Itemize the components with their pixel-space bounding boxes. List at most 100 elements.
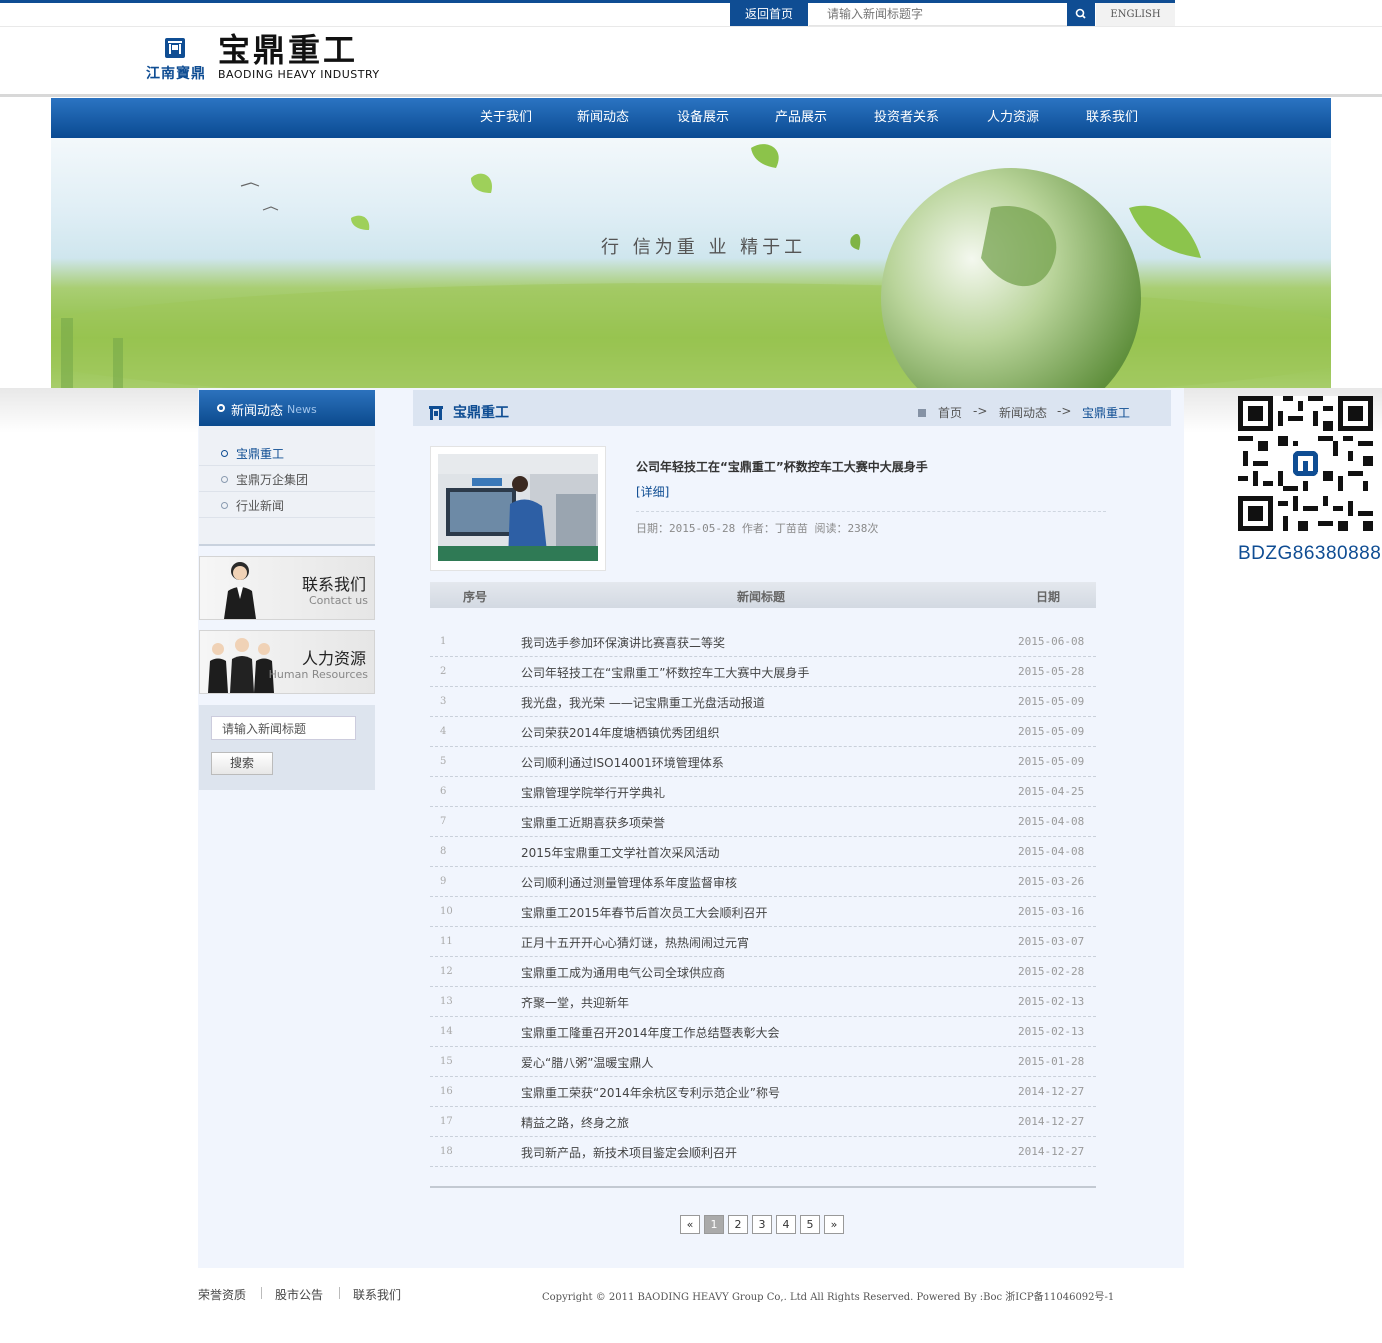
row-title[interactable]: 齐聚一堂，共迎新年 [521, 994, 629, 1011]
breadcrumb-home[interactable]: 首页 [938, 404, 962, 421]
table-row[interactable]: 5 公司顺利通过ISO14001环境管理体系 2015-05-09 [430, 747, 1096, 777]
table-row[interactable]: 1 我司选手参加环保演讲比赛喜获二等奖 2015-06-08 [430, 627, 1096, 657]
row-index: 3 [440, 696, 447, 707]
table-row[interactable]: 15 爱心“腊八粥”温暖宝鼎人 2015-01-28 [430, 1047, 1096, 1077]
nav-news[interactable]: 新闻动态 [577, 98, 629, 138]
row-title[interactable]: 公司荣获2014年度塘栖镇优秀团组织 [521, 724, 720, 741]
footer-link-stock[interactable]: 股市公告 [275, 1286, 323, 1303]
qr-code[interactable] [1238, 396, 1373, 531]
table-row[interactable]: 16 宝鼎重工荣获“2014年余杭区专利示范企业”称号 2014-12-27 [430, 1077, 1096, 1107]
table-row[interactable]: 7 宝鼎重工近期喜获多项荣誉 2015-04-08 [430, 807, 1096, 837]
row-date: 2015-03-26 [1018, 875, 1085, 888]
contact-promo-en: Contact us [309, 594, 368, 607]
pager-next[interactable]: » [824, 1215, 844, 1234]
pager-prev[interactable]: « [680, 1215, 700, 1234]
row-title[interactable]: 精益之路，终身之旅 [521, 1114, 629, 1131]
featured-title[interactable]: 公司年轻技工在“宝鼎重工”杯数控车工大赛中大展身手 [636, 458, 928, 475]
row-title[interactable]: 宝鼎重工隆重召开2014年度工作总结暨表彰大会 [521, 1024, 780, 1041]
row-title[interactable]: 公司顺利通过ISO14001环境管理体系 [521, 754, 724, 771]
nav-about[interactable]: 关于我们 [480, 98, 532, 138]
row-date: 2015-05-09 [1018, 725, 1085, 738]
row-title[interactable]: 公司年轻技工在“宝鼎重工”杯数控车工大赛中大展身手 [521, 664, 809, 681]
table-row[interactable]: 3 我光盘，我光荣 ——记宝鼎重工光盘活动报道 2015-05-09 [430, 687, 1096, 717]
nav-investors[interactable]: 投资者关系 [874, 98, 939, 138]
footer-separator [339, 1287, 340, 1299]
featured-detail-link[interactable]: [详细] [636, 483, 669, 500]
row-title[interactable]: 宝鼎管理学院举行开学典礼 [521, 784, 665, 801]
row-date: 2015-05-28 [1018, 665, 1085, 678]
breadcrumb-icon [918, 409, 926, 417]
row-title[interactable]: 爱心“腊八粥”温暖宝鼎人 [521, 1054, 653, 1071]
sidebar-title: 新闻动态 [231, 404, 284, 419]
qr-code-text: BDZG86380888 [1238, 543, 1382, 564]
row-date: 2015-02-28 [1018, 965, 1085, 978]
breadcrumb-news[interactable]: 新闻动态 [999, 404, 1047, 421]
footer-link-honors[interactable]: 荣誉资质 [198, 1286, 246, 1303]
contact-person-icon [224, 562, 256, 619]
table-row[interactable]: 11 正月十五开开心心猜灯谜，热热闹闹过元宵 2015-03-07 [430, 927, 1096, 957]
sidebar-search-input[interactable] [211, 716, 356, 740]
nav-products[interactable]: 产品展示 [775, 98, 827, 138]
row-title[interactable]: 宝鼎重工近期喜获多项荣誉 [521, 814, 665, 831]
pager-page-4[interactable]: 4 [776, 1215, 796, 1234]
table-row[interactable]: 4 公司荣获2014年度塘栖镇优秀团组织 2015-05-09 [430, 717, 1096, 747]
table-row[interactable]: 10 宝鼎重工2015年春节后首次员工大会顺利召开 2015-03-16 [430, 897, 1096, 927]
table-row[interactable]: 14 宝鼎重工隆重召开2014年度工作总结暨表彰大会 2015-02-13 [430, 1017, 1096, 1047]
row-index: 18 [440, 1146, 453, 1157]
nav-hr[interactable]: 人力资源 [987, 98, 1039, 138]
table-row[interactable]: 9 公司顺利通过测量管理体系年度监督审核 2015-03-26 [430, 867, 1096, 897]
row-date: 2015-03-16 [1018, 905, 1085, 918]
featured-image[interactable] [438, 454, 598, 561]
qr-code-icon [1238, 396, 1373, 531]
hr-promo-title: 人力资源 [301, 649, 366, 668]
row-index: 5 [440, 756, 447, 767]
english-link[interactable]: ENGLISH [1096, 3, 1175, 26]
pager-page-2[interactable]: 2 [728, 1215, 748, 1234]
table-row[interactable]: 18 我司新产品，新技术项目鉴定会顺利召开 2014-12-27 [430, 1137, 1096, 1167]
top-search-button[interactable] [1067, 3, 1095, 26]
pager-page-5[interactable]: 5 [800, 1215, 820, 1234]
row-date: 2015-04-25 [1018, 785, 1085, 798]
row-title[interactable]: 2015年宝鼎重工文学社首次采风活动 [521, 844, 720, 861]
column-header-index: 序号 [463, 590, 488, 604]
row-index: 4 [440, 726, 447, 737]
table-row[interactable]: 17 精益之路，终身之旅 2014-12-27 [430, 1107, 1096, 1137]
table-row[interactable]: 12 宝鼎重工成为通用电气公司全球供应商 2015-02-28 [430, 957, 1096, 987]
row-title[interactable]: 正月十五开开心心猜灯谜，热热闹闹过元宵 [521, 934, 749, 951]
sidebar-item-group[interactable]: 宝鼎万企集团 [199, 466, 375, 492]
top-search-input[interactable] [809, 3, 1067, 26]
row-title[interactable]: 宝鼎重工成为通用电气公司全球供应商 [521, 964, 725, 981]
table-row[interactable]: 2 公司年轻技工在“宝鼎重工”杯数控车工大赛中大展身手 2015-05-28 [430, 657, 1096, 687]
table-row[interactable]: 13 齐聚一堂，共迎新年 2015-02-13 [430, 987, 1096, 1017]
contact-promo[interactable]: 联系我们 Contact us [199, 556, 375, 620]
pager-page-1[interactable]: 1 [704, 1215, 724, 1234]
row-index: 9 [440, 876, 447, 887]
row-title[interactable]: 我司选手参加环保演讲比赛喜获二等奖 [521, 634, 725, 651]
row-title[interactable]: 我司新产品，新技术项目鉴定会顺利召开 [521, 1144, 737, 1161]
home-button[interactable]: 返回首页 [730, 3, 808, 26]
sidebar-item-baoding[interactable]: 宝鼎重工 [199, 440, 375, 466]
table-bottom-border [430, 1186, 1096, 1188]
hr-promo[interactable]: 人力资源 Human Resources [199, 630, 375, 694]
nav-contact[interactable]: 联系我们 [1086, 98, 1138, 138]
sidebar-item-industry[interactable]: 行业新闻 [199, 492, 375, 518]
circle-icon [217, 404, 225, 412]
sidebar-search-button[interactable]: 搜索 [211, 752, 273, 775]
nav-equipment[interactable]: 设备展示 [677, 98, 729, 138]
row-title[interactable]: 宝鼎重工荣获“2014年余杭区专利示范企业”称号 [521, 1084, 780, 1101]
sidebar-header: 新闻动态 News [199, 390, 375, 426]
row-title[interactable]: 公司顺利通过测量管理体系年度监督审核 [521, 874, 737, 891]
footer-link-contact[interactable]: 联系我们 [353, 1286, 401, 1303]
row-date: 2015-01-28 [1018, 1055, 1085, 1068]
row-date: 2014-12-27 [1018, 1115, 1085, 1128]
table-row[interactable]: 8 2015年宝鼎重工文学社首次采风活动 2015-04-08 [430, 837, 1096, 867]
table-row[interactable]: 6 宝鼎管理学院举行开学典礼 2015-04-25 [430, 777, 1096, 807]
row-title[interactable]: 宝鼎重工2015年春节后首次员工大会顺利召开 [521, 904, 768, 921]
row-date: 2015-04-08 [1018, 845, 1085, 858]
sidebar-list: 宝鼎重工 宝鼎万企集团 行业新闻 [199, 426, 375, 546]
row-index: 12 [440, 966, 453, 977]
pager-page-3[interactable]: 3 [752, 1215, 772, 1234]
featured-divider [636, 511, 1106, 512]
row-title[interactable]: 我光盘，我光荣 ——记宝鼎重工光盘活动报道 [521, 694, 765, 711]
banner-graphic [51, 144, 1331, 388]
